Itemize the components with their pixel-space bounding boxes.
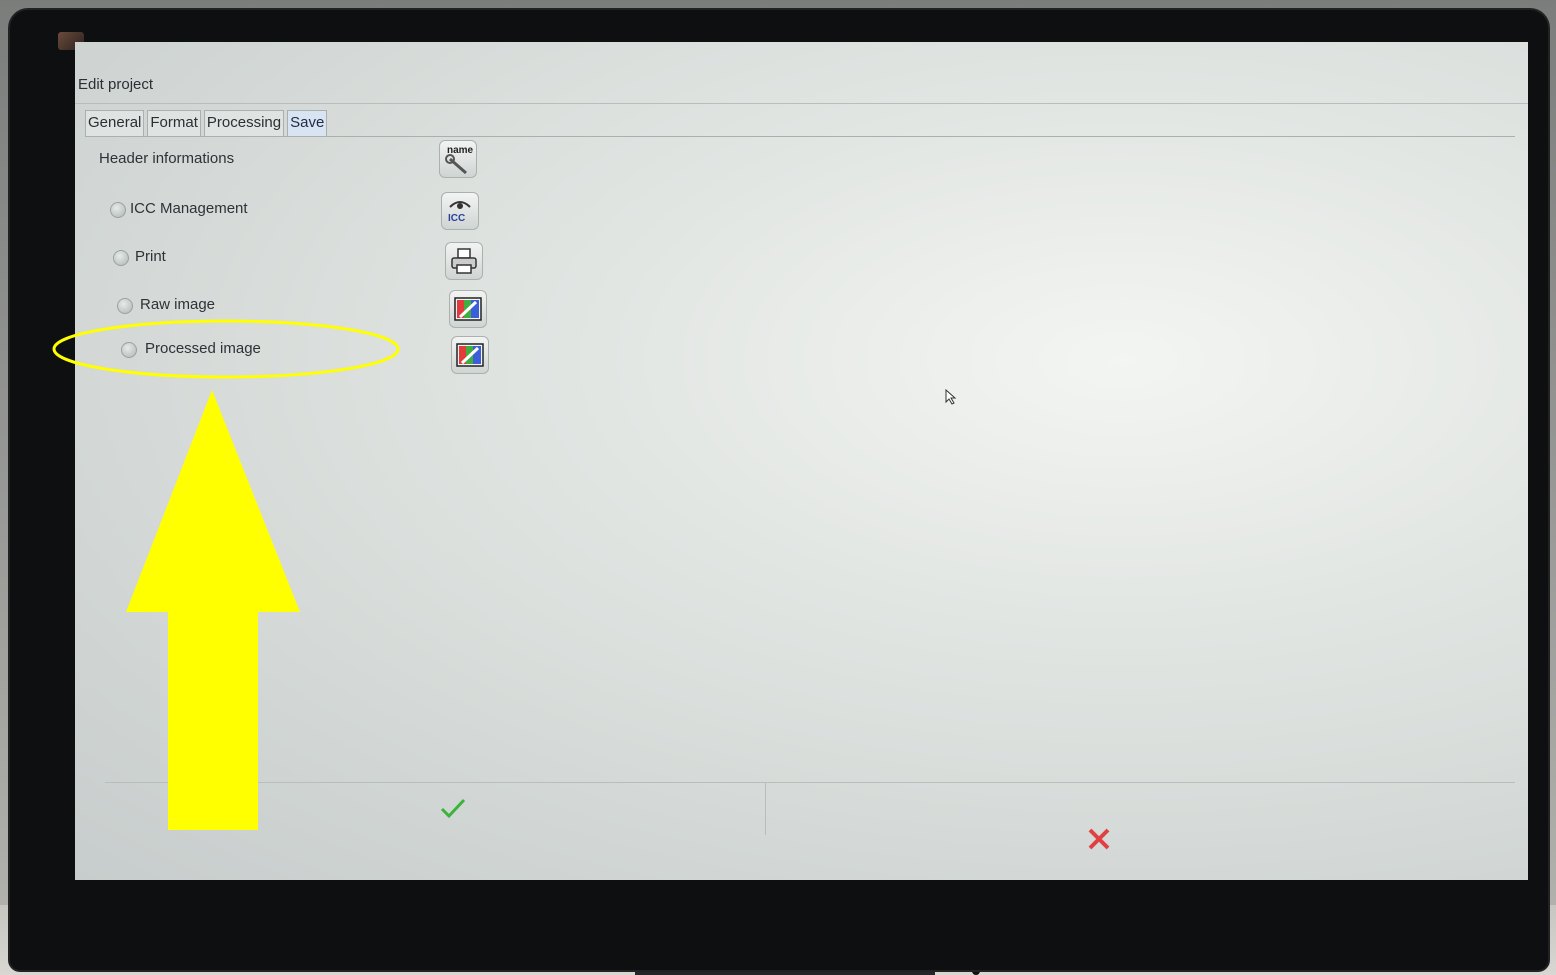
printer-icon: [451, 248, 477, 274]
x-icon: [1088, 828, 1110, 850]
ok-button[interactable]: [105, 783, 766, 835]
section-header-label: Header informations: [99, 150, 235, 167]
radio-print[interactable]: [113, 250, 129, 266]
dialog-button-bar: [105, 782, 1515, 850]
radio-raw-image[interactable]: [117, 298, 133, 314]
tab-processing[interactable]: Processing: [203, 110, 285, 136]
window-title: Edit project: [78, 76, 154, 93]
screen: Edit project General Format Processing S…: [75, 42, 1528, 880]
option-label-processed-image: Processed image: [145, 340, 261, 357]
option-label-print: Print: [135, 248, 166, 265]
header-info-button[interactable]: name: [439, 140, 477, 178]
tab-general[interactable]: General: [85, 110, 145, 136]
tab-divider: [85, 136, 1515, 137]
icc-icon-text: ICC: [448, 213, 466, 224]
cancel-button[interactable]: [767, 783, 1515, 850]
tab-bar: General Format Processing Save: [85, 110, 330, 136]
image-icon: [454, 297, 482, 321]
icc-button[interactable]: ICC: [441, 192, 479, 230]
radio-processed-image[interactable]: [121, 342, 137, 358]
title-bar: Edit project: [75, 67, 1528, 104]
option-label-icc: ICC Management: [130, 200, 248, 217]
raw-image-button[interactable]: [449, 290, 487, 328]
checkmark-icon: [440, 798, 466, 819]
tab-save[interactable]: Save: [287, 110, 328, 136]
tab-format[interactable]: Format: [147, 110, 201, 136]
option-label-raw-image: Raw image: [140, 296, 216, 313]
image-icon: [456, 343, 484, 367]
radio-icc-management[interactable]: [110, 202, 126, 218]
name-icon-text: name: [447, 145, 474, 156]
print-button[interactable]: [445, 242, 483, 280]
mouse-cursor-icon: [945, 389, 957, 405]
processed-image-button[interactable]: [451, 336, 489, 374]
